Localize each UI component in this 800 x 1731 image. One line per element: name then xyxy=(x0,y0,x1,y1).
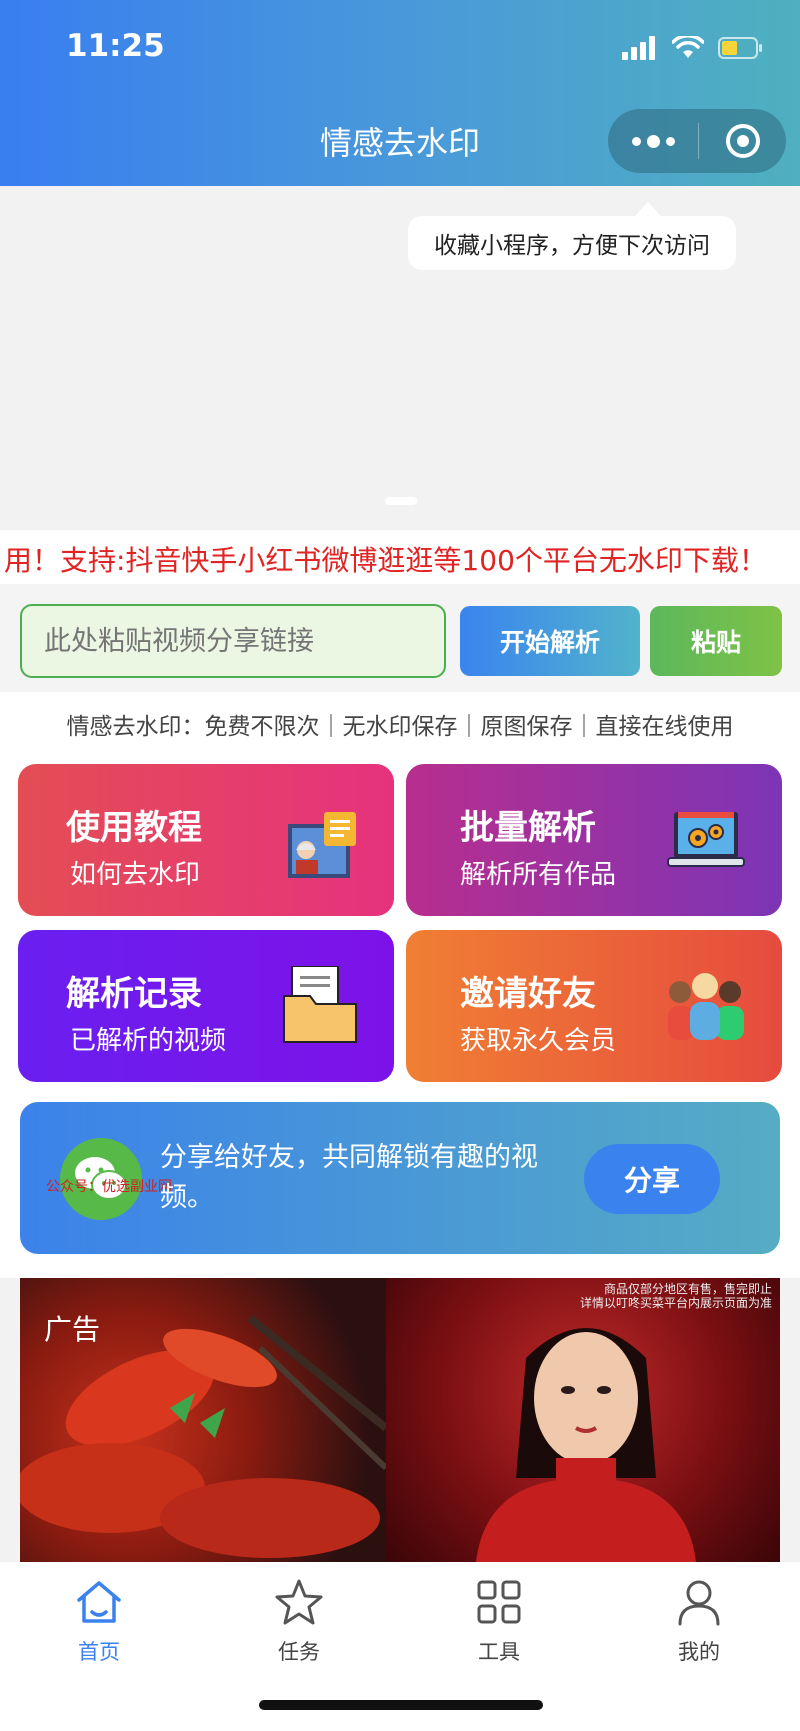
notice-marquee: 用！支持:抖音快手小红书微博逛逛等100个平台无水印下载！ xyxy=(0,530,800,584)
tutorial-card[interactable]: 使用教程 如何去水印 xyxy=(18,764,394,916)
grid-icon xyxy=(477,1580,521,1624)
card-subtitle: 已解析的视频 xyxy=(70,1026,227,1056)
ad-banner[interactable]: 广告 商品仅部分地区有售，售完即止 详情以叮咚买菜平台内展示页面为准 xyxy=(20,1278,780,1562)
target-circle-icon xyxy=(725,124,760,158)
feature-summary: 情感去水印：免费不限次｜无水印保存｜原图保存｜直接在线使用 xyxy=(0,692,800,762)
parse-history-card[interactable]: 解析记录 已解析的视频 xyxy=(18,930,394,1082)
feature-cards: 使用教程 如何去水印 批量解析 解析所有作品 解析记录 已解析的视频 邀请好友 … xyxy=(0,762,800,1278)
card-subtitle: 如何去水印 xyxy=(70,860,201,890)
more-dots-icon xyxy=(631,136,641,146)
close-mini-program-button[interactable] xyxy=(699,109,786,173)
favorite-tooltip: 收藏小程序，方便下次访问 xyxy=(408,202,736,270)
card-title: 解析记录 xyxy=(66,974,202,1014)
cellular-signal-icon xyxy=(622,36,655,60)
tab-profile[interactable]: 我的 xyxy=(639,1572,759,1672)
banner-indicator xyxy=(385,497,417,505)
home-icon xyxy=(77,1581,121,1623)
invite-friends-card[interactable]: 邀请好友 获取永久会员 xyxy=(406,930,782,1082)
marquee-text: 用！支持:抖音快手小红书微博逛逛等100个平台无水印下载！ xyxy=(4,544,767,577)
ad-label: 广告 xyxy=(44,1313,101,1346)
tab-home[interactable]: 首页 xyxy=(39,1572,159,1672)
card-title: 邀请好友 xyxy=(460,974,596,1014)
batch-parse-card[interactable]: 批量解析 解析所有作品 xyxy=(406,764,782,916)
watermark-text: 公众号：优选副业网 xyxy=(46,1179,172,1195)
status-time: 11:25 xyxy=(66,28,165,64)
home-indicator xyxy=(259,1700,543,1710)
card-subtitle: 获取永久会员 xyxy=(460,1026,617,1056)
paste-button[interactable]: 粘贴 xyxy=(650,606,782,676)
user-icon xyxy=(678,1580,720,1626)
folder-document-icon xyxy=(283,966,357,1043)
start-parse-button[interactable]: 开始解析 xyxy=(460,606,640,676)
share-link-input[interactable] xyxy=(20,604,446,678)
battery-icon xyxy=(718,37,762,59)
share-banner: 公众号：优选副业网 分享给好友，共同解锁有趣的视频。 分享 xyxy=(20,1102,780,1254)
tab-label: 首页 xyxy=(78,1640,120,1664)
people-group-icon xyxy=(668,973,744,1040)
card-title: 批量解析 xyxy=(460,808,596,848)
tab-label: 任务 xyxy=(278,1640,320,1664)
ad-disclaimer: 商品仅部分地区有售，售完即止 详情以叮咚买菜平台内展示页面为准 xyxy=(579,1282,772,1310)
teacher-board-icon xyxy=(288,812,356,878)
laptop-gears-icon xyxy=(667,812,745,867)
mini-program-capsule xyxy=(608,109,786,173)
share-button[interactable]: 分享 xyxy=(584,1144,720,1214)
card-title: 使用教程 xyxy=(66,808,202,848)
tab-label: 我的 xyxy=(678,1640,720,1664)
woman-illustration xyxy=(476,1328,696,1562)
tab-tasks[interactable]: 任务 xyxy=(239,1572,359,1672)
tab-tools[interactable]: 工具 xyxy=(439,1572,559,1672)
link-input-row: 开始解析 粘贴 xyxy=(0,584,800,692)
star-icon xyxy=(275,1579,323,1625)
share-description: 分享给好友，共同解锁有趣的视频。 xyxy=(160,1142,538,1213)
model-image xyxy=(386,1278,780,1562)
card-subtitle: 解析所有作品 xyxy=(460,860,617,890)
wifi-icon xyxy=(672,36,704,58)
more-button[interactable] xyxy=(608,109,698,173)
header-bar: 11:25 情感去水印 xyxy=(0,0,800,186)
status-icons xyxy=(622,36,764,60)
tab-label: 工具 xyxy=(478,1640,520,1664)
